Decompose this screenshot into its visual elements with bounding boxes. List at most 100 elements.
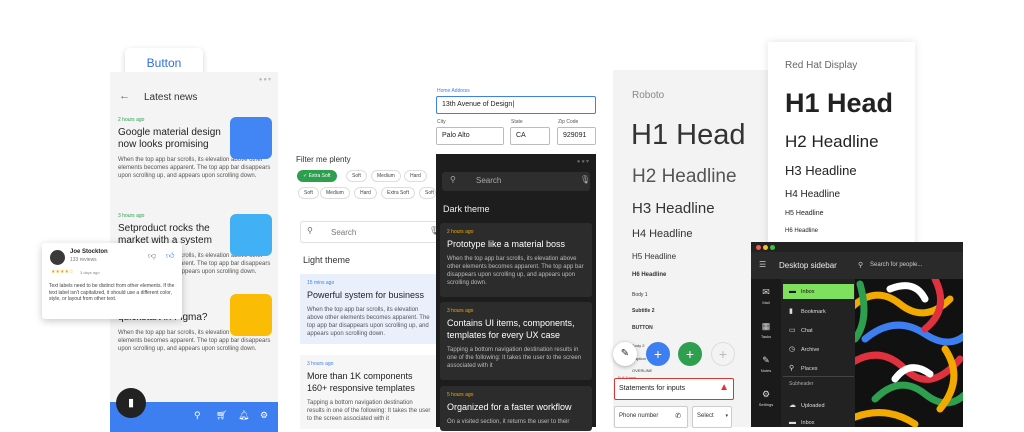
article-thumbnail bbox=[230, 117, 272, 159]
roboto-overline: OVERLINE bbox=[632, 368, 653, 373]
bell-icon[interactable]: 🔔︎ bbox=[238, 410, 249, 421]
card-time: 2 hours ago bbox=[447, 229, 474, 235]
filter-chip[interactable]: Medium bbox=[371, 170, 401, 182]
roboto-subtitle2: Subtitle 2 bbox=[632, 308, 655, 314]
add-fab-blue[interactable]: + bbox=[646, 342, 670, 366]
dark-search-bar[interactable]: ⚲ Search 🎙︎ bbox=[442, 172, 590, 191]
filter-chip[interactable]: Soft bbox=[419, 187, 436, 199]
rail-item-mail[interactable]: ✉ Mail bbox=[751, 287, 781, 305]
card-headline: Contains UI items, components, templates… bbox=[447, 318, 575, 340]
menu-icon[interactable]: ☰ bbox=[759, 260, 766, 269]
review-time: 3 days ago bbox=[80, 270, 100, 275]
filter-chip[interactable]: Medium bbox=[320, 187, 350, 199]
rail-item-tasks[interactable]: ▦ Tasks bbox=[751, 321, 781, 339]
rail-label: Settings bbox=[758, 402, 774, 407]
light-theme-title: Light theme bbox=[303, 255, 351, 265]
rail-item-settings[interactable]: ⚙ Settings bbox=[751, 389, 781, 407]
rail-label: Notes bbox=[760, 368, 772, 373]
mic-icon[interactable]: 🎙︎ bbox=[580, 175, 590, 184]
full-name-input-error[interactable]: Statements for inputs ▲ bbox=[614, 378, 734, 400]
dark-card[interactable]: 3 hours ago Contains UI items, component… bbox=[440, 302, 592, 380]
roboto-font-label: Roboto bbox=[632, 90, 665, 101]
filter-chip[interactable]: Extra Soft bbox=[381, 187, 415, 199]
sidebar-label: Bookmark bbox=[801, 309, 826, 315]
search-icon: ⚲ bbox=[450, 175, 456, 184]
redhat-h1: H1 Head bbox=[785, 88, 894, 118]
filter-chip[interactable]: Hard bbox=[354, 187, 377, 199]
sidebar-label: Inbox bbox=[801, 289, 815, 295]
phone-placeholder: Phone number bbox=[619, 413, 659, 419]
bookmark-fab[interactable]: ▮ bbox=[116, 388, 146, 418]
sidebar-label: Archive bbox=[801, 347, 820, 353]
card-time: 5 hours ago bbox=[447, 392, 474, 398]
review-text: Text labels need to be distinct from oth… bbox=[49, 283, 175, 302]
sidebar-item-uploaded[interactable]: ☁ Uploaded bbox=[783, 397, 854, 412]
sidebar-item-inbox-2[interactable]: ▬ Inbox bbox=[783, 415, 854, 430]
search-placeholder: Search bbox=[476, 176, 502, 185]
home-address-label: Home Address bbox=[437, 88, 470, 94]
dark-card[interactable]: 2 hours ago Prototype like a material bo… bbox=[440, 223, 592, 297]
warning-icon: ▲ bbox=[719, 382, 729, 393]
thumb-down-icon[interactable]: 👎︎ bbox=[148, 251, 156, 261]
sidebar-item-bookmark[interactable]: ▮ Bookmark bbox=[783, 303, 854, 318]
maximize-window-dot[interactable] bbox=[770, 245, 775, 250]
sidebar-subheader: Subheader bbox=[789, 381, 814, 387]
roboto-h6: H6 Headline bbox=[632, 272, 667, 278]
article-headline: Google material design now looks promisi… bbox=[118, 127, 221, 150]
city-input[interactable]: Palo Alto bbox=[436, 127, 504, 145]
sidebar-item-places[interactable]: ⚲ Places bbox=[783, 360, 854, 375]
rail-label: Mail bbox=[762, 300, 770, 305]
sidebar-item-chat[interactable]: ▭ Chat bbox=[783, 322, 854, 337]
roboto-h5: H5 Headline bbox=[632, 252, 677, 261]
back-arrow-icon[interactable]: ← bbox=[119, 90, 130, 102]
filter-chip[interactable]: Soft bbox=[298, 187, 319, 199]
minimize-window-dot[interactable] bbox=[763, 245, 768, 250]
sidebar-label: Chat bbox=[801, 328, 813, 334]
search-icon[interactable]: ⚲ bbox=[194, 410, 201, 421]
sidebar-item-archive[interactable]: ◷ Archive bbox=[783, 341, 854, 356]
redhat-h6: H6 Headline bbox=[785, 228, 819, 234]
rail-item-notes[interactable]: ✎ Notes bbox=[751, 355, 781, 373]
desktop-top-bar: ☰ Desktop sidebar ⚲ Search for people... bbox=[751, 252, 963, 279]
redhat-h5: H5 Headline bbox=[785, 210, 824, 217]
window-dots: ●●▾ bbox=[576, 159, 590, 165]
gear-icon[interactable]: ⚙ bbox=[260, 410, 268, 421]
state-label: State bbox=[511, 119, 523, 125]
add-fab-disabled[interactable]: + bbox=[711, 342, 735, 366]
select-dropdown[interactable]: Select ▾ bbox=[692, 406, 732, 428]
news-title: Latest news bbox=[144, 92, 198, 103]
light-card[interactable]: 3 hours ago More than 1K components 160+… bbox=[300, 355, 438, 429]
cart-icon[interactable]: 🛒︎ bbox=[216, 410, 227, 421]
state-input[interactable]: CA bbox=[510, 127, 550, 145]
card-body: When the top app bar scrolls, its elevat… bbox=[307, 307, 430, 337]
sidebar-item-inbox[interactable]: ▬ Inbox bbox=[783, 284, 854, 299]
filter-chip-extra-soft[interactable]: ✓ Extra Soft bbox=[297, 170, 337, 182]
add-fab-green[interactable]: + bbox=[678, 342, 702, 366]
filter-chip[interactable]: Soft bbox=[346, 170, 367, 182]
card-headline: Prototype like a material boss bbox=[447, 239, 566, 249]
home-address-input[interactable]: 13th Avenue of Design| bbox=[436, 96, 596, 114]
edit-fab[interactable]: ✎ bbox=[613, 342, 637, 366]
people-search-input[interactable]: Search for people... bbox=[870, 262, 922, 268]
star-rating: ★★★★☆ bbox=[51, 269, 74, 275]
chevron-down-icon: ▾ bbox=[725, 413, 728, 419]
light-search-bar[interactable]: ⚲ Search 🎙︎ bbox=[300, 221, 439, 243]
desktop-title: Desktop sidebar bbox=[779, 261, 837, 270]
zip-input[interactable]: 929091 bbox=[557, 127, 596, 145]
light-card[interactable]: 15 mins ago Powerful system for business… bbox=[300, 274, 438, 344]
thumb-up-icon[interactable]: 👍︎ bbox=[166, 251, 174, 261]
select-value: Select bbox=[697, 413, 714, 419]
dark-card[interactable]: 5 hours ago Organized for a faster workf… bbox=[440, 386, 592, 431]
bookmark-icon: ▮ bbox=[789, 308, 793, 315]
tasks-icon: ▦ bbox=[761, 321, 771, 331]
dark-theme-title: Dark theme bbox=[443, 204, 490, 214]
phone-icon: ✆ bbox=[675, 413, 681, 420]
close-window-dot[interactable] bbox=[756, 245, 761, 250]
filter-chip[interactable]: Hard bbox=[404, 170, 427, 182]
colorful-artwork bbox=[855, 279, 963, 427]
article-thumbnail bbox=[230, 214, 272, 256]
phone-number-input[interactable]: Phone number ✆ bbox=[614, 406, 688, 428]
rail-label: Tasks bbox=[760, 334, 772, 339]
zip-label: Zip Code bbox=[558, 119, 579, 125]
sidebar-label: Uploaded bbox=[801, 403, 825, 409]
